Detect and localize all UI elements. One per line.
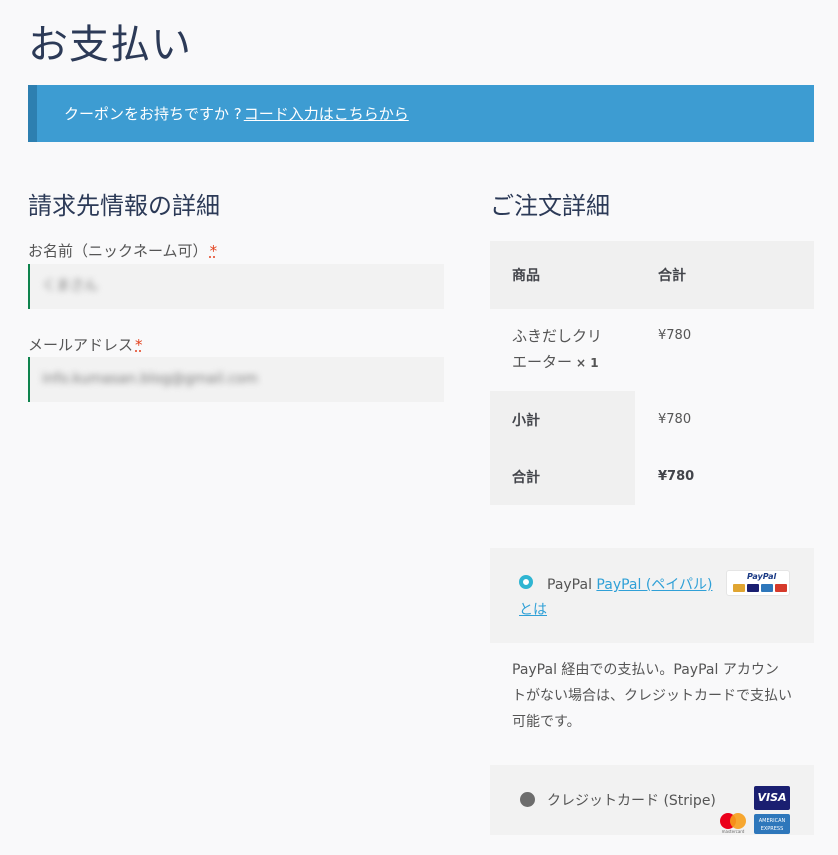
required-mark: *	[209, 242, 218, 260]
required-mark: *	[135, 336, 143, 354]
item-name: ふきだしクリ エーター × 1	[512, 327, 603, 371]
name-field[interactable]: くまさん	[28, 264, 444, 309]
page-title: お支払い	[28, 22, 192, 68]
subtotal-value: ¥780	[658, 412, 692, 427]
table-header-row: 商品 合計	[490, 241, 814, 309]
paypal-about-link[interactable]: PayPal (ペイパル)	[596, 577, 712, 593]
paypal-label: PayPal PayPal (ペイパル)	[547, 577, 713, 593]
coupon-notice: クーポンをお持ちですか ? コード入力はこちらから	[28, 85, 814, 142]
subtotal-row: 小計 ¥780	[490, 391, 814, 448]
amex-icon: AMERICAN EXPRESS	[754, 814, 790, 834]
paypal-description: PayPal 経由での支払い。PayPal アカウントがない場合は、クレジットカ…	[490, 643, 814, 765]
email-label: メールアドレス *	[28, 336, 143, 354]
paypal-about-link-cont[interactable]: とは	[519, 599, 547, 619]
stripe-label: クレジットカード (Stripe)	[547, 793, 716, 809]
total-value: ¥780	[658, 469, 695, 484]
email-value: info.kumasan.blog@gmail.com	[42, 371, 258, 387]
payment-option-paypal[interactable]: PayPal PayPal (ペイパル) とは PayPal	[490, 548, 814, 643]
total-row: 合計 ¥780	[490, 448, 814, 505]
email-field[interactable]: info.kumasan.blog@gmail.com	[28, 357, 444, 402]
item-qty: × 1	[576, 356, 599, 370]
order-review-table: 商品 合計 ふきだしクリ エーター × 1 ¥780 小計 ¥780 合計 ¥78…	[490, 241, 814, 505]
total-label: 合計	[490, 448, 635, 505]
col-product-header: 商品	[512, 268, 540, 284]
order-heading: ご注文詳細	[490, 192, 610, 220]
paypal-logo-icon: PayPal	[726, 570, 790, 596]
mastercard-icon: mastercard	[718, 813, 748, 835]
name-value: くまさん	[42, 278, 98, 294]
stripe-radio[interactable]	[520, 792, 535, 807]
paypal-radio[interactable]	[519, 575, 533, 589]
coupon-code-link[interactable]: コード入力はこちらから	[244, 103, 409, 124]
table-row: ふきだしクリ エーター × 1 ¥780	[490, 309, 814, 391]
payment-methods: PayPal PayPal (ペイパル) とは PayPal PayPal 経由…	[490, 548, 814, 835]
subtotal-label: 小計	[490, 391, 635, 448]
coupon-text: クーポンをお持ちですか ?	[64, 105, 242, 123]
name-label: お名前（ニックネーム可） *	[28, 242, 218, 260]
billing-heading: 請求先情報の詳細	[28, 192, 220, 220]
visa-icon: VISA	[754, 786, 790, 810]
col-total-header: 合計	[658, 268, 686, 284]
payment-option-stripe[interactable]: クレジットカード (Stripe) VISA mastercard AMERIC…	[490, 765, 814, 835]
item-price: ¥780	[658, 328, 692, 343]
